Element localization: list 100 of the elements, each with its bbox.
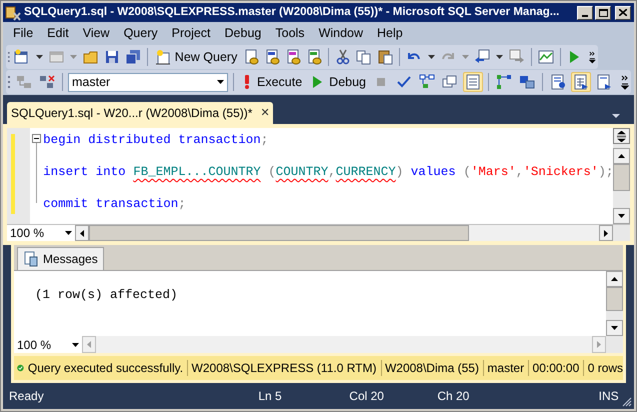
status-text: W2008\SQLEXPRESS (11.0 RTM) [192, 360, 376, 377]
app-icon [5, 4, 21, 20]
checkmark-icon [396, 74, 412, 90]
database-dropdown[interactable]: master [68, 72, 228, 92]
horizontal-scrollbar[interactable] [75, 225, 613, 241]
document-icon [306, 49, 322, 65]
collapse-icon [32, 134, 41, 143]
copy-icon [356, 49, 372, 65]
tab-close-button[interactable]: ✕ [260, 108, 270, 118]
down-arrow-icon [611, 326, 618, 330]
scroll-thumb[interactable] [606, 287, 623, 311]
caret-icon [70, 55, 78, 59]
server-icon [16, 74, 32, 90]
caret-icon [462, 55, 469, 59]
status-text: Ready [9, 388, 45, 405]
toolbar-button[interactable]: New Query [152, 47, 240, 67]
menu-item[interactable]: Edit [41, 23, 75, 44]
caret-icon [36, 55, 44, 59]
caret-icon [65, 231, 72, 235]
toolbar-grip-icon [8, 75, 11, 89]
document-icon [264, 49, 280, 65]
status-text: 0 rows [588, 360, 624, 377]
status-text: W2008\Dima (55) [384, 360, 479, 377]
floppies-icon [124, 49, 141, 65]
tab-title: SQLQuery1.sql - W20...r (W2008\Dima (55))* [11, 105, 252, 122]
document-tab[interactable]: SQLQuery1.sql - W20...r (W2008\Dima (55))* ✕ [7, 102, 274, 124]
horizontal-scrollbar[interactable] [82, 336, 606, 353]
diagram-icon [419, 74, 436, 90]
menu-item[interactable]: File [7, 23, 40, 44]
document-icon [550, 74, 566, 90]
clipboard-icon [377, 49, 394, 65]
messages-tab[interactable]: Messages [17, 247, 104, 270]
code-line: begin distributed transaction; [43, 132, 270, 148]
status-text: INS [598, 388, 620, 405]
menu-item[interactable]: Debug [218, 23, 268, 44]
menu-item[interactable]: Help [371, 23, 409, 44]
status-text: 00:00:00 [532, 360, 580, 377]
menu-item[interactable]: Window [312, 23, 370, 44]
down-arrow-icon [618, 214, 626, 218]
split-handle[interactable] [613, 128, 630, 144]
close-icon [619, 9, 627, 16]
toolbar-button[interactable] [463, 72, 484, 92]
windows-icon [442, 74, 458, 90]
code-line: commit transaction; [43, 196, 187, 212]
right-arrow-icon [597, 341, 601, 348]
status-text: Ch 20 [437, 388, 470, 405]
window-title: SQLQuery1.sql - W2008\SQLEXPRESS.master (W2008\Dima (55))* - Microsoft SQL Server Manag... [24, 4, 560, 20]
document-icon [596, 74, 612, 90]
scroll-thumb[interactable] [89, 225, 469, 241]
grid-icon [465, 74, 482, 90]
arrow-document-icon [508, 49, 525, 65]
window-icon [14, 49, 30, 65]
caret-icon [428, 55, 435, 59]
zoom-dropdown[interactable]: 100 % [7, 225, 75, 241]
zoom-dropdown[interactable]: 100 % [14, 336, 82, 353]
scroll-down-button[interactable] [606, 320, 623, 336]
maximize-icon [598, 8, 608, 16]
up-arrow-icon [618, 154, 626, 158]
document-icon [23, 251, 39, 267]
exclamation-icon [245, 74, 249, 90]
dropdown-caret-icon [612, 114, 620, 118]
status-text: master [487, 360, 524, 377]
right-arrow-icon [604, 230, 608, 236]
caret-icon [496, 55, 504, 59]
window-icon [48, 49, 65, 65]
toolbar-overflow-icon [589, 49, 596, 65]
message-text: (1 row(s) affected) [35, 287, 179, 304]
monitors-icon [519, 74, 536, 90]
new-query-icon [154, 49, 171, 65]
document-icon [243, 49, 260, 65]
minimize-icon [582, 14, 588, 16]
chart-icon [538, 49, 554, 65]
code-line: insert into FB_EMPL...COUNTRY (COUNTRY,CURRENCY) values ('Mars','Snickers'); [43, 164, 614, 180]
scroll-thumb[interactable] [613, 164, 630, 191]
maximize-button[interactable] [595, 6, 611, 20]
minimize-button[interactable] [577, 6, 593, 20]
close-button[interactable] [615, 6, 631, 20]
scroll-up-button[interactable] [606, 271, 623, 287]
caret-icon [217, 80, 224, 84]
scroll-up-button[interactable] [613, 148, 630, 164]
status-text: Ln 5 [258, 388, 283, 405]
caret-icon [72, 342, 79, 346]
document-icon [285, 49, 302, 65]
scroll-down-button[interactable] [613, 208, 630, 224]
folder-icon [82, 49, 99, 65]
toolbar-overflow-icon [621, 74, 629, 90]
toolbar-button[interactable] [571, 72, 592, 92]
resize-grip-icon [622, 397, 632, 407]
arrow-document-icon [474, 49, 490, 65]
menu-item[interactable]: View [76, 23, 116, 44]
toolbar-grip-icon [8, 50, 10, 64]
diagram-icon [496, 74, 512, 90]
menu-item[interactable]: Project [166, 23, 217, 44]
toolbar-button[interactable]: Debug [307, 72, 368, 92]
menu-item[interactable]: Tools [269, 23, 311, 44]
status-text: Query executed successfully. [28, 360, 184, 377]
floppy-icon [104, 49, 120, 65]
menu-item[interactable]: Query [118, 23, 164, 44]
up-arrow-icon [611, 277, 618, 281]
toolbar-button[interactable]: Execute [239, 72, 304, 92]
